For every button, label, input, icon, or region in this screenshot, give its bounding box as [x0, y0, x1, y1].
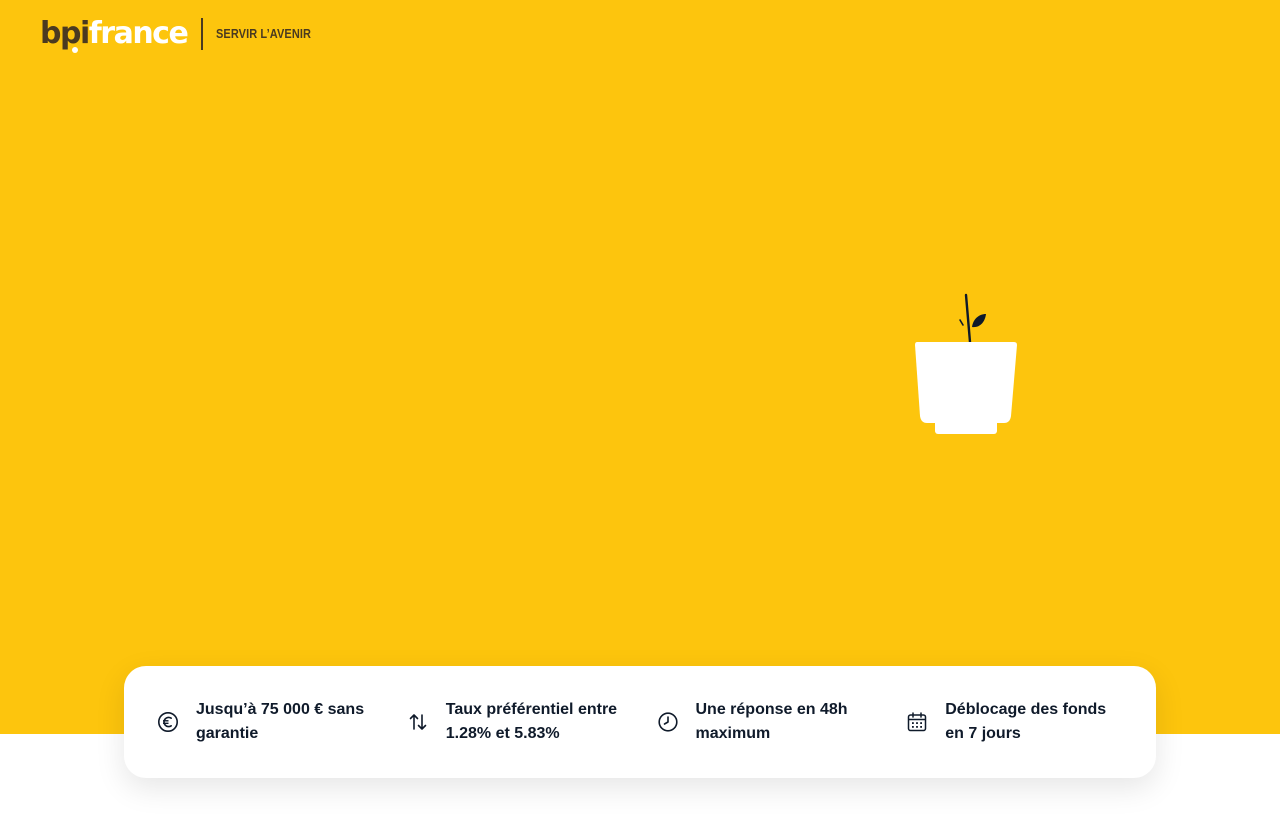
feature-release: Déblocage des fonds en 7 jours [906, 698, 1156, 746]
header: bpi france SERVIR L’AVENIR [40, 14, 324, 54]
logo-bpi: bpi [40, 16, 90, 51]
feature-rate: Taux préférentiel entre 1.28% et 5.83% [407, 698, 657, 746]
plant-pot-illustration [915, 293, 1017, 434]
feature-text: Taux préférentiel entre 1.28% et 5.83% [445, 701, 618, 742]
feature-text: Une réponse en 48h maximum [695, 701, 848, 742]
arrows-up-down-icon [407, 711, 429, 733]
features-card: Jusqu’à 75 000 € sans garantie Taux préf… [124, 666, 1156, 778]
calendar-icon [906, 711, 928, 733]
feature-response: Une réponse en 48h maximum [657, 698, 907, 746]
tagline: SERVIR L’AVENIR [215, 27, 311, 41]
feature-text: Jusqu’à 75 000 € sans garantie [196, 701, 365, 742]
logo-dot [72, 47, 78, 53]
feature-amount: Jusqu’à 75 000 € sans garantie [157, 698, 407, 746]
logo-france: france [88, 16, 189, 51]
euro-icon [157, 711, 179, 733]
clock-icon [657, 711, 679, 733]
feature-text: Déblocage des fonds en 7 jours [945, 701, 1107, 742]
bpifrance-logo[interactable]: bpi france [40, 16, 189, 53]
logo-divider [201, 18, 203, 50]
hero-section: bpi france SERVIR L’AVENIR [0, 0, 1280, 734]
